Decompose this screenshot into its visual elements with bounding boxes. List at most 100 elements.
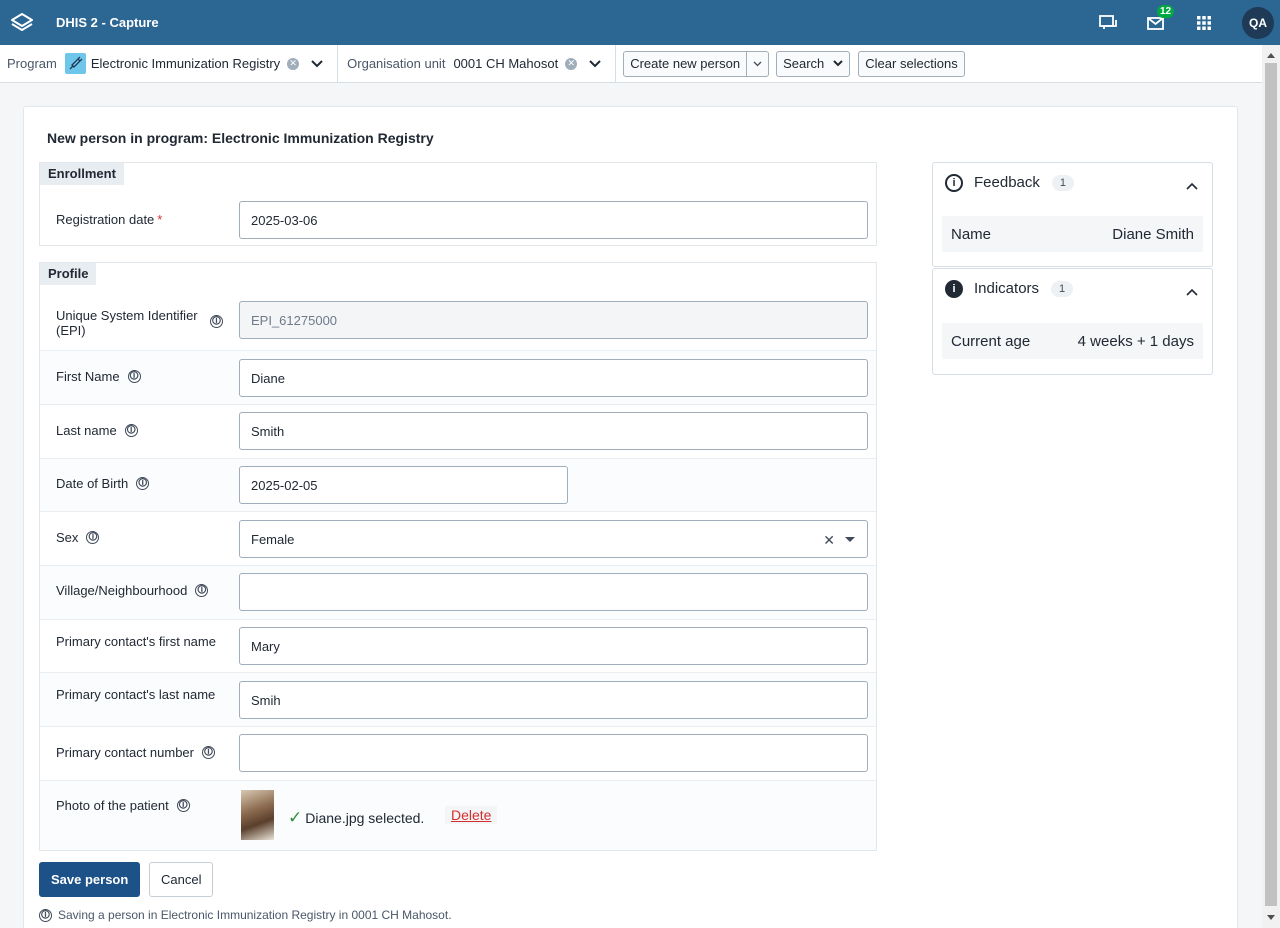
dob-label: Date of Birth 🛈 — [56, 476, 150, 491]
last-name-input[interactable]: Smith — [239, 412, 868, 450]
info-icon[interactable]: 🛈 — [127, 370, 141, 383]
create-new-dropdown-button[interactable] — [747, 50, 770, 77]
user-avatar[interactable]: QA — [1242, 6, 1274, 39]
org-unit-label: Organisation unit — [347, 56, 446, 71]
registration-card: New person in program: Electronic Immuni… — [23, 106, 1238, 928]
scroll-thumb[interactable] — [1265, 63, 1277, 906]
village-label: Village/Neighbourhood 🛈 — [56, 583, 209, 598]
scroll-down-arrow-icon[interactable] — [1267, 915, 1275, 920]
caret-down-icon[interactable] — [845, 537, 855, 542]
indicators-count-badge: 1 — [1051, 280, 1074, 297]
info-icon[interactable]: 🛈 — [210, 315, 223, 328]
first-name-label: First Name 🛈 — [56, 369, 141, 384]
last-name-row: Last name 🛈 Smith — [40, 404, 876, 458]
contact-last-name-input[interactable]: Smih — [239, 681, 868, 719]
scroll-up-arrow-icon[interactable] — [1267, 53, 1275, 58]
chevron-up-icon[interactable] — [1186, 177, 1198, 193]
patient-photo-thumbnail[interactable] — [241, 790, 274, 840]
syringe-icon — [64, 53, 86, 74]
registration-date-label-text: Registration date — [56, 212, 155, 227]
info-icon: i — [945, 173, 963, 192]
org-unit-chevron-down-icon[interactable] — [589, 59, 601, 68]
indicators-row: Current age 4 weeks + 1 days — [942, 323, 1203, 359]
photo-selected-status: ✓ Diane.jpg selected. — [288, 808, 424, 828]
info-icon[interactable]: 🛈 — [202, 746, 215, 759]
profile-section: Profile Unique System Identifier (EPI) 🛈… — [39, 262, 877, 851]
epi-row: Unique System Identifier (EPI) 🛈 EPI_612… — [40, 294, 876, 350]
divider — [337, 44, 339, 83]
first-name-label-text: First Name — [56, 369, 120, 384]
indicators-title: Indicators — [974, 280, 1040, 297]
page-title: New person in program: Electronic Immuni… — [47, 130, 434, 146]
feedback-widget: i Feedback 1 Name Diane Smith — [932, 162, 1213, 267]
page-scrollbar[interactable] — [1262, 45, 1280, 928]
feedback-row-key: Name — [951, 225, 992, 243]
sex-label-text: Sex — [56, 530, 79, 545]
chevron-up-icon[interactable] — [1186, 283, 1198, 299]
contact-number-label-text: Primary contact number — [56, 745, 194, 760]
village-row: Village/Neighbourhood 🛈 — [40, 565, 876, 619]
village-input[interactable] — [239, 573, 868, 611]
clear-org-unit-icon[interactable]: ✕ — [565, 57, 578, 70]
indicators-widget: i Indicators 1 Current age 4 weeks + 1 d… — [932, 268, 1213, 375]
sex-select-value: Female — [251, 531, 295, 547]
info-filled-icon: i — [945, 279, 963, 298]
clear-selections-button[interactable]: Clear selections — [858, 50, 965, 77]
last-name-label-text: Last name — [56, 423, 117, 438]
contact-last-name-row: Primary contact's last name Smih — [40, 672, 876, 726]
first-name-input[interactable]: Diane — [239, 359, 868, 397]
info-icon[interactable]: 🛈 — [136, 477, 150, 490]
cancel-button[interactable]: Cancel — [149, 862, 214, 897]
org-unit-value[interactable]: 0001 CH Mahosot — [453, 56, 558, 71]
registration-date-row: Registration date * 2025-03-06 — [40, 193, 876, 245]
feedback-widget-header[interactable]: i Feedback 1 — [933, 163, 1212, 202]
contact-number-row: Primary contact number 🛈 — [40, 726, 876, 780]
top-header-bar: DHIS 2 - Capture 12 QA — [0, 0, 1280, 45]
search-button-label: Search — [783, 56, 825, 71]
epi-input: EPI_61275000 — [239, 301, 868, 339]
last-name-label: Last name 🛈 — [56, 423, 138, 438]
program-value[interactable]: Electronic Immunization Registry — [91, 56, 280, 71]
info-icon[interactable]: 🛈 — [124, 424, 138, 437]
save-person-button[interactable]: Save person — [39, 862, 141, 897]
contact-first-name-label-text: Primary contact's first name — [56, 634, 216, 649]
sex-row: Sex 🛈 Female ✕ — [40, 511, 876, 565]
checkmark-icon: ✓ — [288, 808, 303, 827]
delete-photo-link[interactable]: Delete — [445, 806, 498, 824]
search-dropdown-button[interactable]: Search — [776, 50, 851, 77]
registration-date-input[interactable]: 2025-03-06 — [239, 201, 868, 239]
photo-row: Photo of the patient 🛈 ✓ Diane.jpg selec… — [40, 780, 876, 850]
contact-first-name-input[interactable]: Mary — [239, 627, 868, 665]
sex-select[interactable]: Female ✕ — [239, 520, 868, 558]
program-chevron-down-icon[interactable] — [311, 59, 323, 68]
create-new-person-button[interactable]: Create new person — [623, 50, 748, 77]
divider — [615, 44, 617, 83]
feedback-row-value: Diane Smith — [1112, 225, 1194, 243]
dob-label-text: Date of Birth — [56, 476, 129, 491]
chevron-down-icon — [753, 61, 762, 66]
dhis2-logo-icon[interactable] — [8, 9, 36, 37]
indicators-row-value: 4 weeks + 1 days — [1077, 332, 1194, 350]
enrollment-section: Enrollment Registration date * 2025-03-0… — [39, 162, 877, 246]
create-new-split-button: Create new person — [623, 50, 770, 77]
info-icon[interactable]: 🛈 — [176, 799, 190, 812]
program-label: Program — [7, 56, 57, 71]
info-icon[interactable]: 🛈 — [195, 584, 209, 597]
interpretations-chat-icon[interactable] — [1098, 13, 1118, 33]
enrollment-section-label: Enrollment — [40, 163, 124, 185]
info-icon: 🛈 — [39, 909, 52, 922]
epi-label-text: Unique System Identifier (EPI) — [56, 308, 198, 338]
indicators-row-key: Current age — [951, 332, 1031, 350]
clear-program-icon[interactable]: ✕ — [287, 57, 300, 70]
dob-input[interactable]: 2025-02-05 — [239, 466, 568, 504]
info-icon[interactable]: 🛈 — [86, 531, 100, 544]
clear-sex-icon[interactable]: ✕ — [823, 532, 835, 549]
contact-number-input[interactable] — [239, 734, 868, 772]
app-title[interactable]: DHIS 2 - Capture — [56, 15, 159, 30]
apps-grid-icon[interactable] — [1194, 13, 1214, 33]
contact-first-name-label: Primary contact's first name — [56, 634, 216, 649]
feedback-count-badge: 1 — [1051, 174, 1074, 191]
indicators-widget-header[interactable]: i Indicators 1 — [933, 269, 1212, 308]
contact-first-name-row: Primary contact's first name Mary — [40, 619, 876, 672]
messages-icon[interactable]: 12 — [1146, 4, 1175, 33]
